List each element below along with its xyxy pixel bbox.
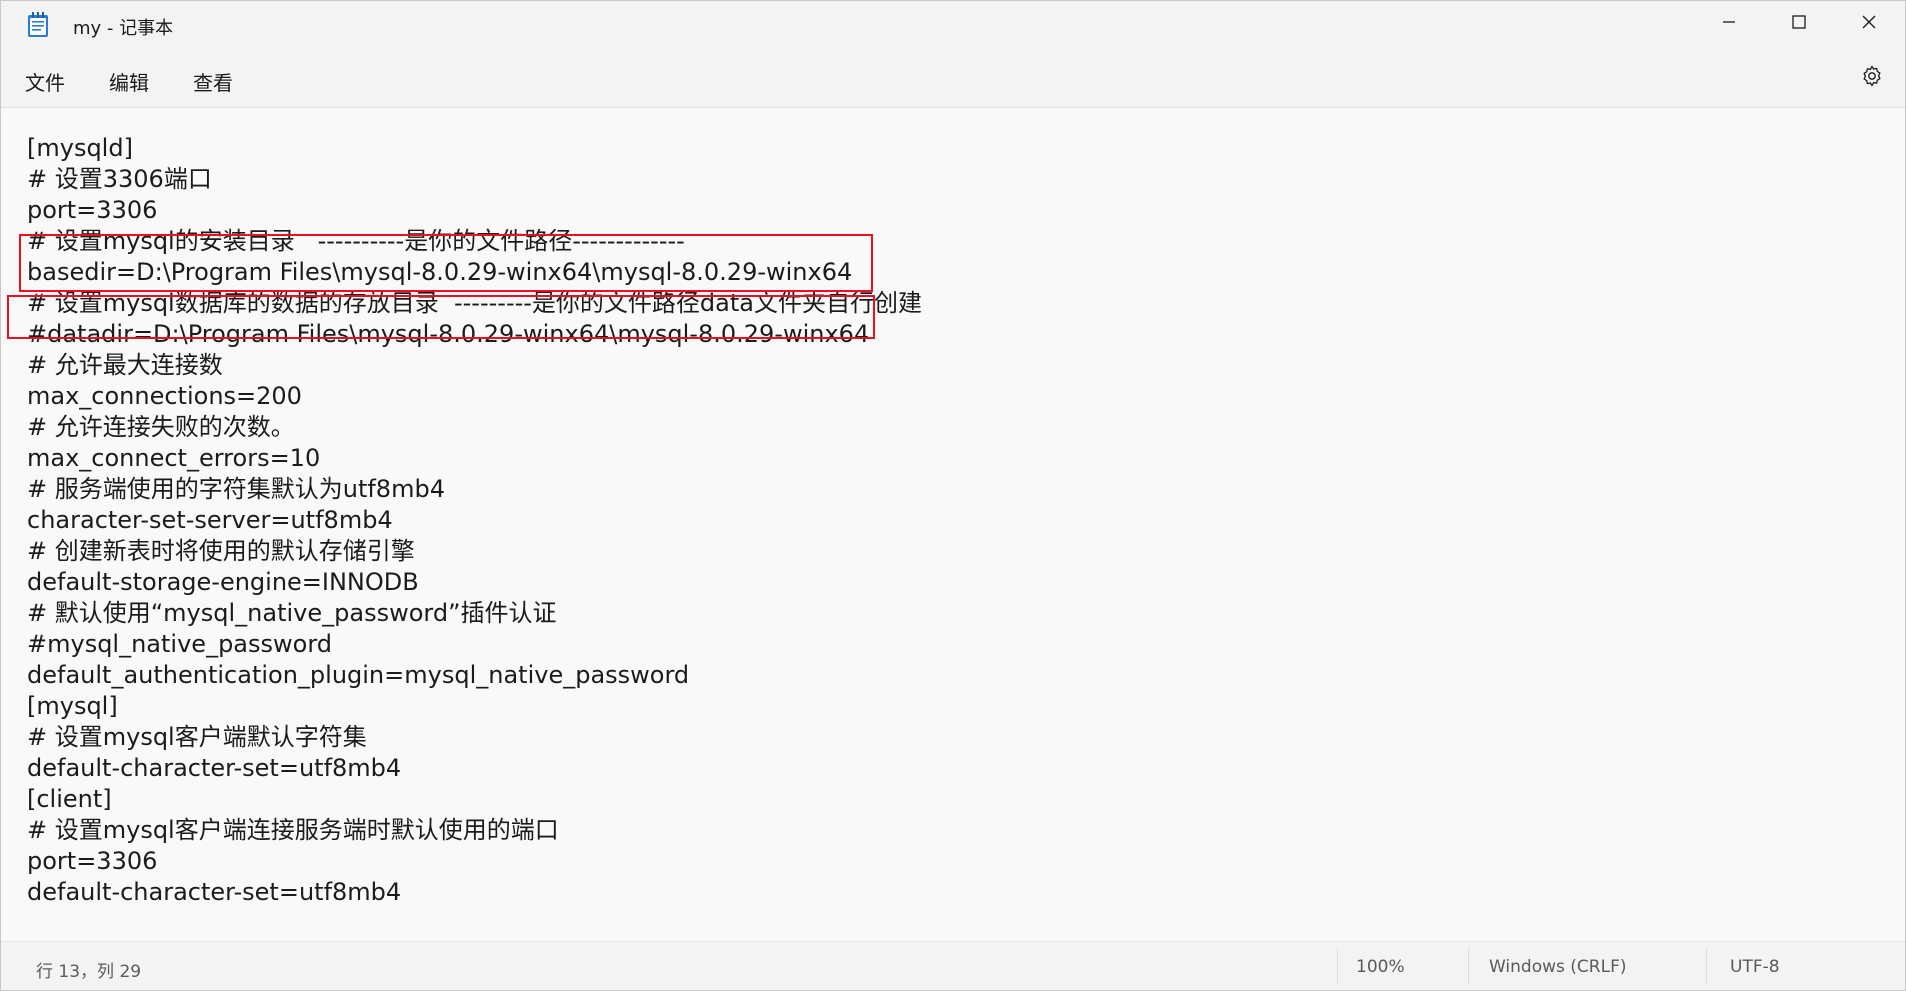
cursor-position: 行 13，列 29 [36,962,142,982]
menu-bar: 文件 编辑 查看 [1,49,1905,108]
editor-line: # 设置mysql客户端默认字符集 [27,723,367,751]
editor-line: [client] [27,785,112,813]
close-icon [1861,14,1877,34]
notepad-icon [27,12,49,38]
editor-line: # 默认使用“mysql_native_password”插件认证 [27,599,557,627]
line-ending[interactable]: Windows (CRLF) [1489,957,1627,977]
text-editor[interactable]: [mysqld] # 设置3306端口 port=3306 # 设置mysql的安装目… [1,108,1905,941]
editor-line: max_connections=200 [27,382,302,410]
settings-button[interactable] [1857,63,1887,93]
encoding[interactable]: UTF-8 [1730,957,1780,977]
editor-line: [mysqld] [27,134,133,162]
editor-line: # 服务端使用的字符集默认为utf8mb4 [27,475,445,503]
highlight-box-datadir [7,295,875,339]
editor-line: character-set-server=utf8mb4 [27,506,393,534]
editor-line: [mysql] [27,692,118,720]
title-bar[interactable]: my - 记事本 [1,1,1905,49]
editor-line: # 允许最大连接数 [27,351,223,379]
menu-edit[interactable]: 编辑 [105,65,153,98]
editor-line: default-storage-engine=INNODB [27,568,419,596]
highlight-box-basedir [19,234,873,292]
status-divider [1706,948,1707,984]
editor-line: port=3306 [27,847,158,875]
editor-line: default-character-set=utf8mb4 [27,754,402,782]
menu-view[interactable]: 查看 [189,65,237,98]
gear-icon [1860,64,1884,92]
maximize-button[interactable] [1764,1,1834,47]
status-divider [1468,948,1469,984]
minimize-button[interactable] [1694,1,1764,47]
status-divider [1337,948,1338,984]
editor-line: # 允许连接失败的次数。 [27,413,295,441]
notepad-window: my - 记事本 文件 编辑 查看 [mysqld] # 设置3306端口 po… [0,0,1906,991]
editor-line: #mysql_native_password [27,630,333,658]
editor-line: # 创建新表时将使用的默认存储引擎 [27,537,415,565]
menu-file[interactable]: 文件 [21,65,69,98]
close-button[interactable] [1834,1,1904,47]
window-title: my - 记事本 [73,18,174,39]
editor-line: # 设置3306端口 [27,165,212,193]
editor-line: default_authentication_plugin=mysql_nati… [27,661,690,689]
zoom-level[interactable]: 100% [1356,957,1405,977]
editor-line: port=3306 [27,196,158,224]
maximize-icon [1791,14,1807,34]
editor-line: # 设置mysql客户端连接服务端时默认使用的端口 [27,816,559,844]
editor-line: max_connect_errors=10 [27,444,321,472]
editor-line: default-character-set=utf8mb4 [27,878,402,906]
minimize-icon [1721,14,1737,34]
status-bar: 行 13，列 29 100% Windows (CRLF) UTF-8 [1,941,1905,990]
